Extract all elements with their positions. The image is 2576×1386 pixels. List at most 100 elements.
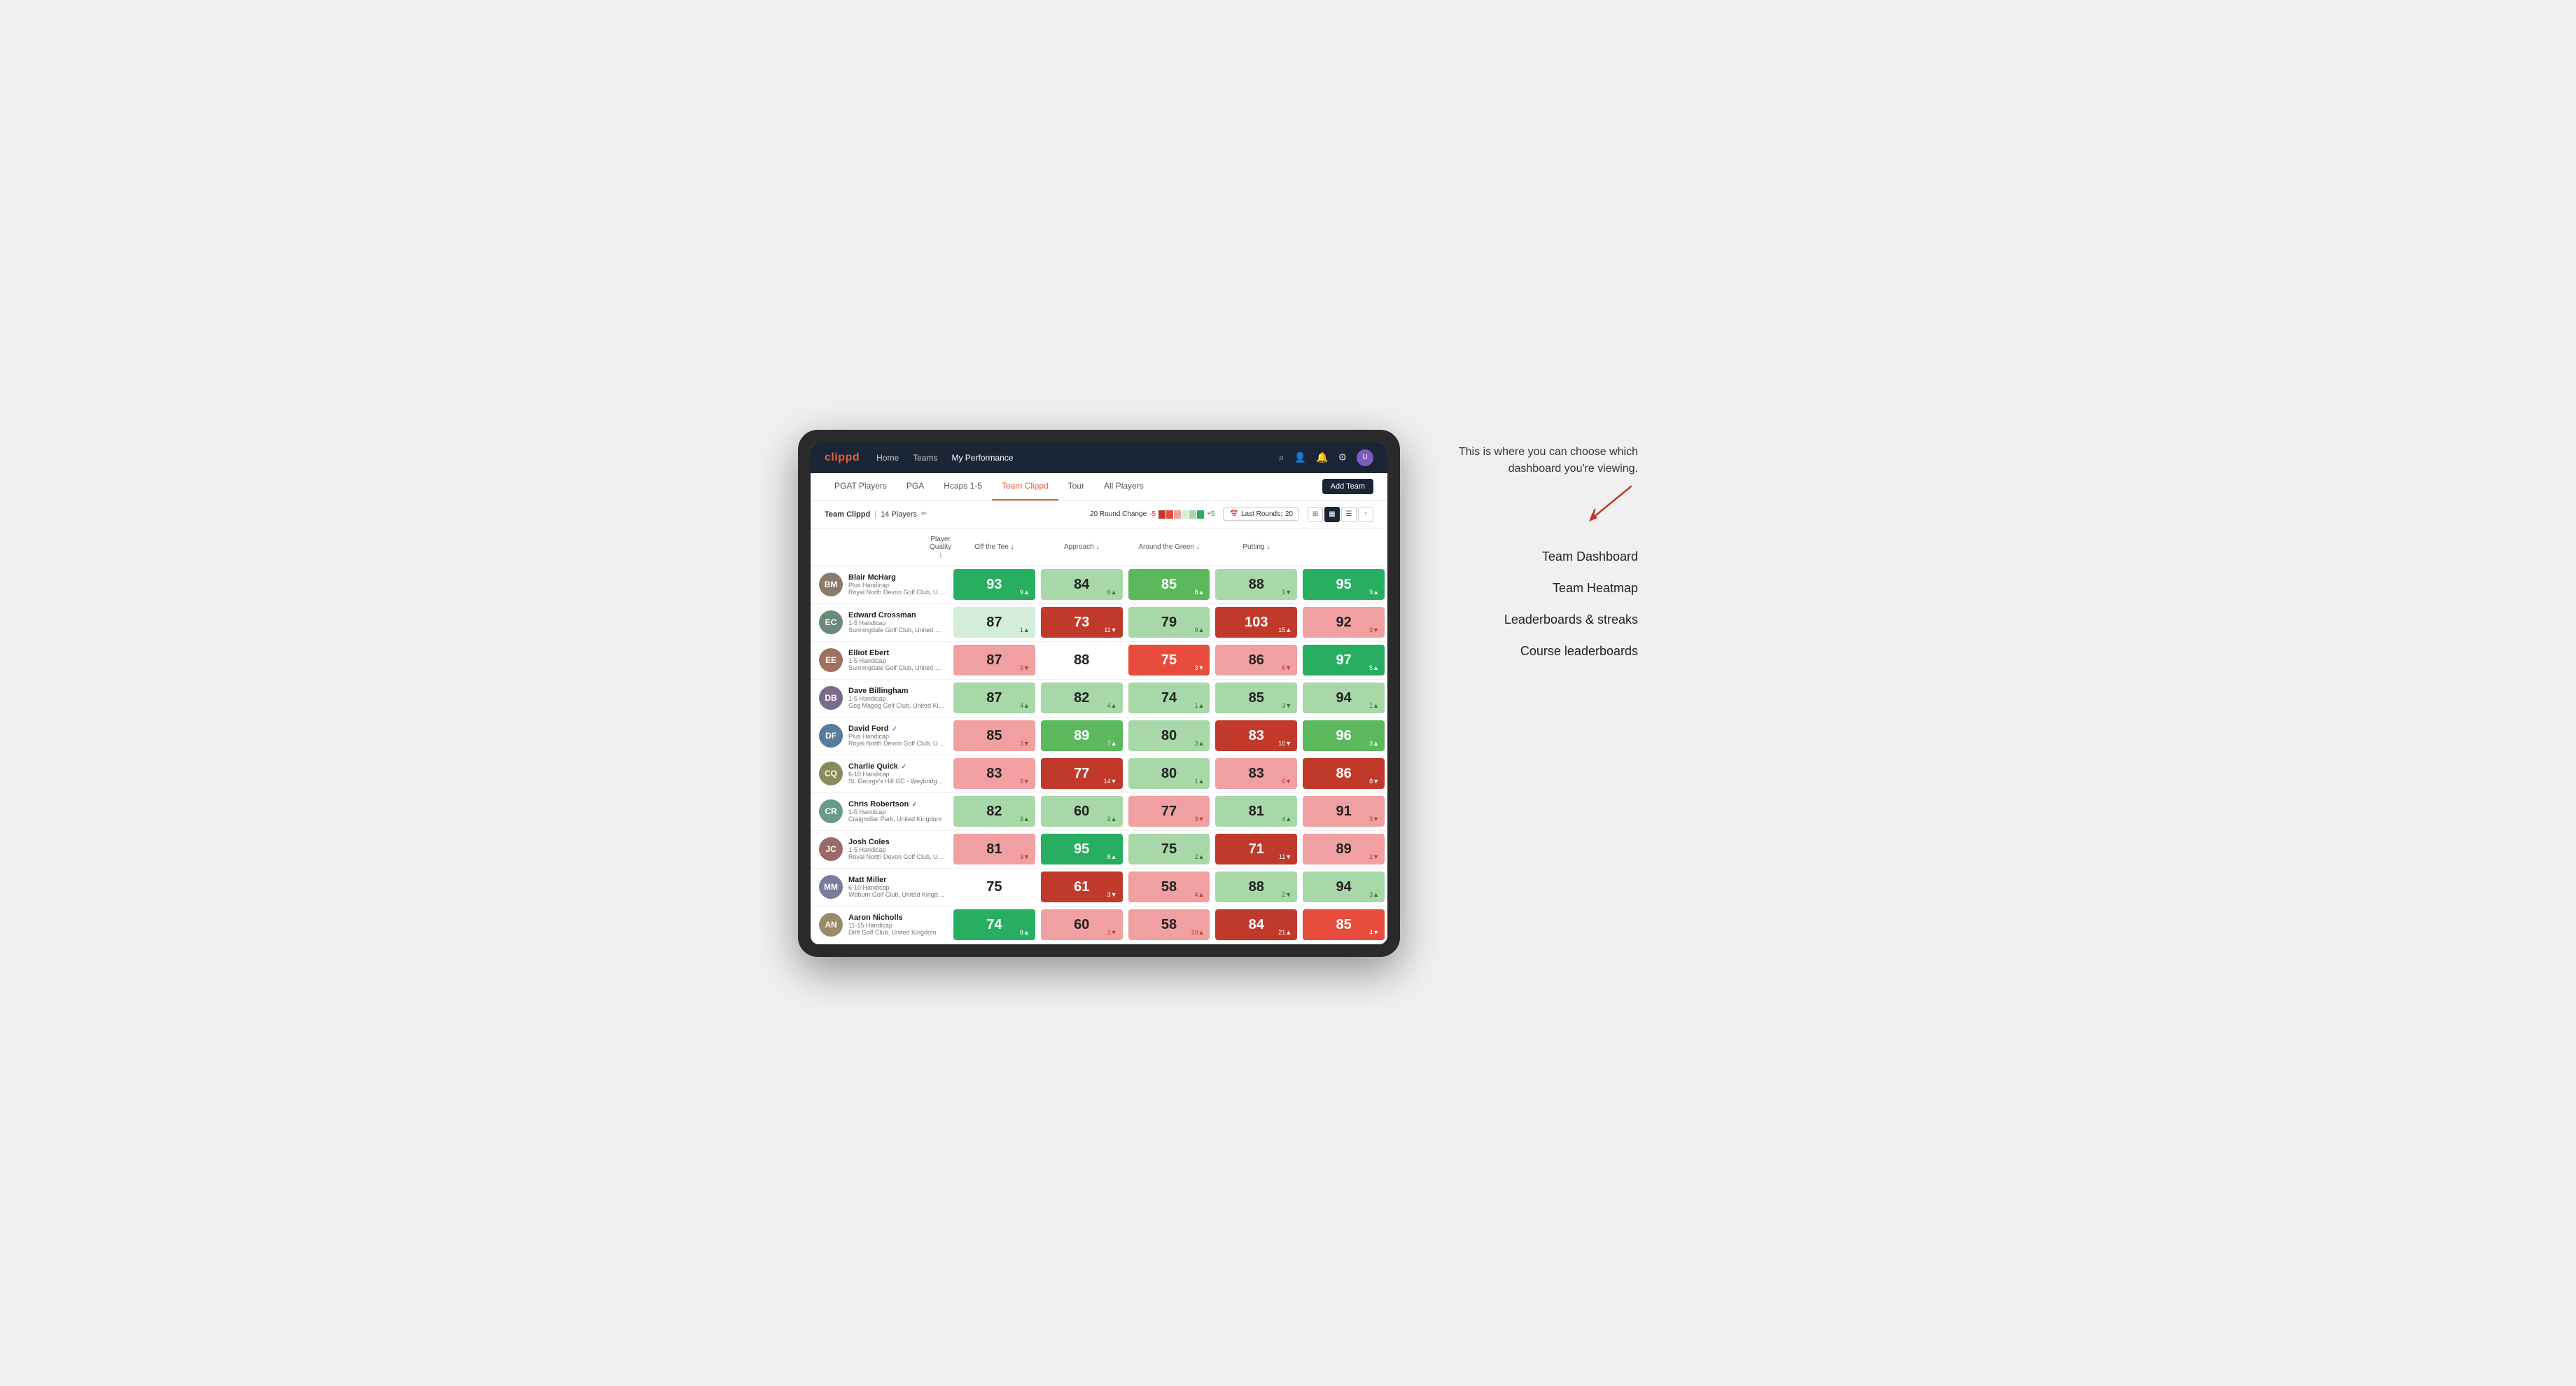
score-cell: 801▲ [1128, 758, 1210, 789]
score-value: 74 [1161, 690, 1177, 706]
score-change: 3▼ [1020, 664, 1030, 671]
player-name: Matt Miller [848, 876, 945, 884]
score-value: 86 [1249, 652, 1264, 668]
score-value: 94 [1336, 690, 1351, 706]
player-info[interactable]: CQCharlie Quick ✓6-10 HandicapSt. George… [811, 757, 951, 790]
score-cell: 854▼ [1303, 909, 1385, 940]
player-name: David Ford ✓ [848, 724, 945, 733]
score-cell: 923▼ [1303, 607, 1385, 638]
table-row: MMMatt Miller6-10 HandicapWoburn Golf Cl… [811, 869, 1387, 906]
score-change: 3▼ [1020, 778, 1030, 785]
col-around-green[interactable]: Around the Green ↓ [1126, 533, 1213, 561]
tab-tour[interactable]: Tour [1058, 472, 1094, 500]
player-info[interactable]: DFDavid Ford ✓Plus HandicapRoyal North D… [811, 720, 951, 752]
player-info[interactable]: MMMatt Miller6-10 HandicapWoburn Golf Cl… [811, 871, 951, 903]
player-club: Drift Golf Club, United Kingdom [848, 929, 945, 936]
settings-icon[interactable]: ⚙ [1338, 451, 1347, 463]
score-change: 3▼ [1369, 626, 1379, 634]
player-info[interactable]: EEElliot Ebert1-5 HandicapSunningdale Go… [811, 644, 951, 676]
score-cell: 871▲ [953, 607, 1035, 638]
table-row: JCJosh Coles1-5 HandicapRoyal North Devo… [811, 831, 1387, 869]
col-off-tee[interactable]: Off the Tee ↓ [951, 533, 1038, 561]
player-info[interactable]: BMBlair McHargPlus HandicapRoyal North D… [811, 568, 951, 601]
table-view-button[interactable]: ▦ [1324, 507, 1340, 522]
score-change: 6▼ [1282, 778, 1292, 785]
bell-icon[interactable]: 🔔 [1316, 451, 1328, 463]
score-cell: 873▼ [953, 645, 1035, 676]
col-player-quality[interactable]: Player Quality ↓ [811, 533, 951, 561]
add-team-button[interactable]: Add Team [1322, 479, 1373, 494]
score-value: 88 [1249, 879, 1264, 895]
player-info[interactable]: DBDave Billingham1-5 HandicapGog Magog G… [811, 682, 951, 714]
tab-hcaps[interactable]: Hcaps 1-5 [934, 472, 992, 500]
player-info[interactable]: ECEdward Crossman1-5 HandicapSunningdale… [811, 606, 951, 638]
card-view-button[interactable]: ☰ [1341, 507, 1357, 522]
seg-green [1197, 510, 1204, 519]
user-icon[interactable]: 👤 [1294, 451, 1306, 463]
score-change: 3▼ [1194, 816, 1204, 822]
player-details: Charlie Quick ✓6-10 HandicapSt. George's… [848, 762, 945, 785]
tab-all-players[interactable]: All Players [1094, 472, 1154, 500]
nav-link-home[interactable]: Home [876, 450, 899, 465]
sort-button[interactable]: ↑ [1358, 507, 1373, 522]
verified-icon: ✓ [890, 725, 897, 732]
score-change: 3▼ [1194, 664, 1204, 671]
score-value: 58 [1161, 879, 1177, 895]
col-approach[interactable]: Approach ↓ [1038, 533, 1126, 561]
score-cell: 752▲ [1128, 834, 1210, 864]
player-info[interactable]: JCJosh Coles1-5 HandicapRoyal North Devo… [811, 833, 951, 865]
score-value: 58 [1161, 917, 1177, 933]
player-club: Sunningdale Golf Club, United Kingdom [848, 664, 945, 671]
score-cell: 963▲ [1303, 720, 1385, 751]
score-cell: 84 21▲ [1215, 909, 1297, 940]
player-info[interactable]: CRChris Robertson ✓1-5 HandicapCraigmill… [811, 795, 951, 827]
score-cell: 853▼ [1215, 682, 1297, 713]
player-details: Edward Crossman1-5 HandicapSunningdale G… [848, 611, 945, 634]
team-header: Team Clippd | 14 Players ✏ 20 Round Chan… [811, 501, 1387, 528]
search-icon[interactable]: ⌕ [1279, 451, 1284, 463]
score-value: 84 [1249, 917, 1264, 933]
score-value: 94 [1336, 879, 1351, 895]
table-row: ECEdward Crossman1-5 HandicapSunningdale… [811, 604, 1387, 642]
score-change: 8▲ [1020, 929, 1030, 936]
score-change: 11▼ [1279, 853, 1292, 860]
player-name: Aaron Nicholls [848, 913, 945, 922]
last-rounds-button[interactable]: 📅 Last Rounds: 20 [1223, 507, 1299, 521]
score-change: 1▲ [1020, 626, 1030, 634]
score-change: 6▲ [1107, 589, 1117, 596]
grid-view-button[interactable]: ⊞ [1308, 507, 1323, 522]
col-putting[interactable]: Putting ↓ [1212, 533, 1300, 561]
nav-link-teams[interactable]: Teams [913, 450, 937, 465]
arrow-svg [1582, 483, 1638, 525]
score-cell: 10315▲ [1215, 607, 1297, 638]
table-row: CRChris Robertson ✓1-5 HandicapCraigmill… [811, 793, 1387, 831]
nav-links: Home Teams My Performance [876, 450, 1262, 465]
player-info[interactable]: ANAaron Nicholls11-15 HandicapDrift Golf… [811, 909, 951, 941]
player-name: Dave Billingham [848, 687, 945, 695]
tab-pgat-players[interactable]: PGAT Players [825, 472, 897, 500]
edit-icon[interactable]: ✏ [921, 510, 927, 518]
score-change: 9▲ [1194, 626, 1204, 634]
tab-pga[interactable]: PGA [897, 472, 934, 500]
table-header: Player Quality ↓ Off the Tee ↓ Approach … [811, 528, 1387, 566]
tab-team-clippd[interactable]: Team Clippd [992, 472, 1058, 500]
seg-pale [1182, 510, 1189, 519]
score-change: 9▲ [1369, 589, 1379, 596]
score-cell: 939▲ [953, 569, 1035, 600]
score-cell: 836▼ [1215, 758, 1297, 789]
score-cell: 602▲ [1041, 796, 1123, 827]
nav-link-performance[interactable]: My Performance [951, 450, 1013, 465]
avatar[interactable]: U [1357, 449, 1373, 466]
score-change: 21▲ [1278, 929, 1292, 936]
score-cell: 88 [1041, 645, 1123, 676]
score-value: 93 [986, 577, 1002, 593]
player-avatar: CR [819, 799, 843, 823]
score-value: 80 [1161, 766, 1177, 782]
score-change: 3▼ [1107, 891, 1117, 898]
score-change: 3▲ [1194, 740, 1204, 747]
player-avatar: EE [819, 648, 843, 672]
verified-icon: ✓ [910, 801, 917, 808]
score-value: 80 [1161, 728, 1177, 744]
score-cell: 613▼ [1041, 872, 1123, 902]
score-cell: 7714▼ [1041, 758, 1123, 789]
